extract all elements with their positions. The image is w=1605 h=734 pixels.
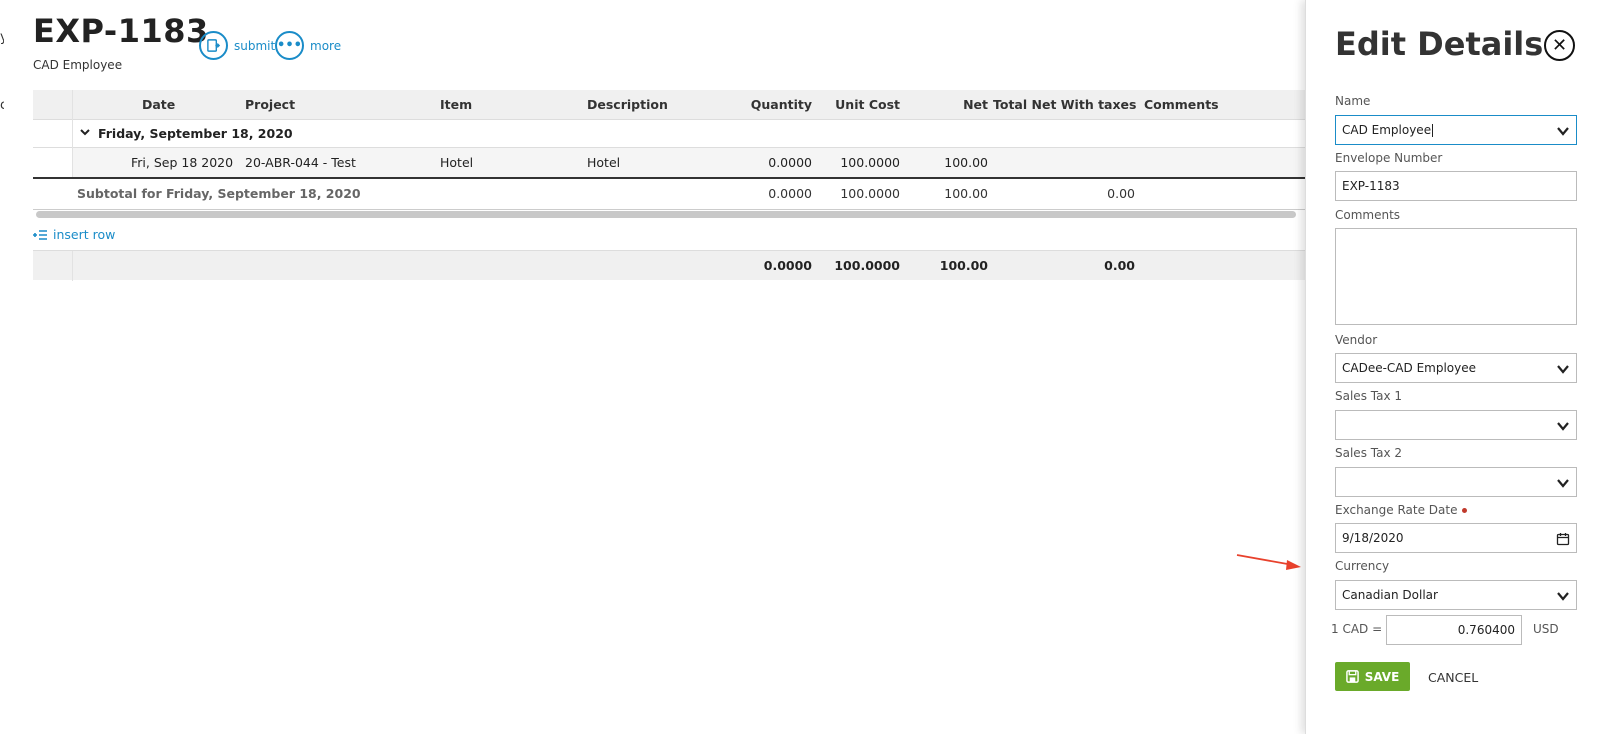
cropped-edge-text: c bbox=[0, 98, 4, 113]
name-value: CAD Employee bbox=[1342, 123, 1432, 137]
total-unit-cost: 100.0000 bbox=[834, 258, 900, 273]
close-button[interactable]: ✕ bbox=[1544, 30, 1575, 61]
annotation-arrow-icon bbox=[1236, 554, 1301, 570]
text-caret bbox=[1432, 124, 1434, 137]
exchange-rate-date-label: Exchange Rate Date bbox=[1335, 503, 1468, 517]
required-indicator bbox=[1462, 508, 1468, 513]
save-icon bbox=[1345, 670, 1359, 683]
panel-title: Edit Details bbox=[1335, 25, 1544, 63]
submit-button[interactable]: submit bbox=[199, 31, 275, 60]
comments-textarea[interactable] bbox=[1335, 228, 1577, 325]
chevron-down-icon[interactable] bbox=[1556, 362, 1570, 376]
name-select[interactable]: CAD Employee bbox=[1335, 115, 1577, 145]
name-label: Name bbox=[1335, 94, 1371, 108]
col-quantity[interactable]: Quantity bbox=[733, 97, 812, 112]
exchange-rate-input[interactable]: 0.760400 bbox=[1386, 615, 1522, 645]
chevron-down-icon[interactable] bbox=[1556, 419, 1570, 433]
cancel-button[interactable]: CANCEL bbox=[1428, 670, 1478, 685]
col-total-net-with-taxes[interactable]: Total Net With taxes bbox=[993, 97, 1136, 112]
horizontal-scrollbar[interactable] bbox=[36, 211, 1296, 218]
col-description[interactable]: Description bbox=[587, 97, 668, 112]
more-label: more bbox=[310, 38, 342, 53]
chevron-down-icon[interactable] bbox=[80, 127, 90, 137]
vendor-value: CADee-CAD Employee bbox=[1342, 361, 1476, 375]
exchange-date-value: 9/18/2020 bbox=[1342, 531, 1404, 545]
subtotal-net: 100.00 bbox=[944, 186, 988, 201]
subtotal-quantity: 0.0000 bbox=[768, 186, 812, 201]
expense-grid: Date Project Item Description Quantity U… bbox=[33, 90, 1305, 281]
group-label: Friday, September 18, 2020 bbox=[98, 126, 293, 141]
grid-gutter bbox=[33, 120, 73, 148]
page: y c EXP-1183 CAD Employee submit ••• mor… bbox=[0, 0, 1605, 734]
col-date[interactable]: Date bbox=[142, 97, 175, 112]
submit-label: submit bbox=[234, 38, 276, 53]
save-label: SAVE bbox=[1364, 669, 1400, 684]
save-button[interactable]: SAVE bbox=[1335, 662, 1410, 691]
sales-tax-2-select[interactable] bbox=[1335, 467, 1577, 497]
exchange-rate-date-input[interactable]: 9/18/2020 bbox=[1335, 523, 1577, 553]
comments-label: Comments bbox=[1335, 208, 1401, 222]
total-quantity: 0.0000 bbox=[763, 258, 812, 273]
insert-row-label: insert row bbox=[53, 227, 116, 242]
grid-gutter bbox=[33, 251, 73, 281]
total-net-with-taxes: 0.00 bbox=[1104, 258, 1135, 273]
chevron-down-icon[interactable] bbox=[1556, 124, 1570, 138]
subtotal-row: Subtotal for Friday, September 18, 2020 … bbox=[33, 179, 1305, 210]
insert-row-icon bbox=[33, 229, 47, 240]
cell-project[interactable]: 20-ABR-044 - Test bbox=[245, 155, 356, 170]
page-title: EXP-1183 bbox=[33, 12, 209, 50]
cell-net[interactable]: 100.00 bbox=[913, 155, 988, 170]
group-row[interactable]: Friday, September 18, 2020 bbox=[33, 120, 1305, 148]
insert-row-button[interactable]: insert row bbox=[33, 227, 115, 242]
subtotal-unit-cost: 100.0000 bbox=[840, 186, 900, 201]
cropped-edge-text: y bbox=[0, 30, 4, 45]
grid-header: Date Project Item Description Quantity U… bbox=[33, 90, 1305, 120]
currency-select[interactable]: Canadian Dollar bbox=[1335, 580, 1577, 610]
edit-details-panel: Edit Details ✕ Name CAD Employee Envelop… bbox=[1305, 0, 1605, 734]
grid-gutter bbox=[33, 90, 73, 120]
vendor-select[interactable]: CADee-CAD Employee bbox=[1335, 353, 1577, 383]
vendor-label: Vendor bbox=[1335, 333, 1378, 347]
col-net[interactable]: Net bbox=[913, 97, 988, 112]
cell-item[interactable]: Hotel bbox=[440, 155, 473, 170]
currency-value: Canadian Dollar bbox=[1342, 588, 1438, 602]
sales-tax-2-label: Sales Tax 2 bbox=[1335, 446, 1403, 460]
subtotal-total-net-with-taxes: 0.00 bbox=[1107, 186, 1135, 201]
envelope-value: EXP-1183 bbox=[1342, 179, 1400, 193]
col-project[interactable]: Project bbox=[245, 97, 295, 112]
close-icon: ✕ bbox=[1551, 34, 1568, 56]
cell-date[interactable]: Fri, Sep 18 2020 bbox=[131, 155, 233, 170]
calendar-icon[interactable] bbox=[1556, 532, 1570, 546]
sales-tax-1-select[interactable] bbox=[1335, 410, 1577, 440]
col-item[interactable]: Item bbox=[440, 97, 472, 112]
sales-tax-1-label: Sales Tax 1 bbox=[1335, 389, 1403, 403]
more-button[interactable]: ••• more bbox=[275, 31, 341, 60]
page-subtitle: CAD Employee bbox=[33, 58, 123, 72]
col-unit-cost[interactable]: Unit Cost bbox=[823, 97, 900, 112]
currency-label: Currency bbox=[1335, 559, 1390, 573]
col-comments[interactable]: Comments bbox=[1144, 97, 1219, 112]
submit-icon bbox=[199, 31, 228, 60]
cell-unit-cost[interactable]: 100.0000 bbox=[823, 155, 900, 170]
cell-description[interactable]: Hotel bbox=[587, 155, 620, 170]
ellipsis-icon: ••• bbox=[275, 31, 304, 60]
chevron-down-icon[interactable] bbox=[1556, 589, 1570, 603]
total-net: 100.00 bbox=[939, 258, 988, 273]
rate-prefix: 1 CAD = bbox=[1331, 622, 1383, 636]
exchange-rate-date-label-text: Exchange Rate Date bbox=[1335, 503, 1458, 517]
totals-row: 0.0000 100.0000 100.00 0.00 bbox=[33, 250, 1305, 281]
cell-quantity[interactable]: 0.0000 bbox=[733, 155, 812, 170]
rate-unit: USD bbox=[1533, 622, 1559, 636]
subtotal-label: Subtotal for Friday, September 18, 2020 bbox=[77, 186, 361, 201]
grid-gutter bbox=[33, 148, 73, 177]
table-row[interactable]: Fri, Sep 18 2020 20-ABR-044 - Test Hotel… bbox=[33, 148, 1305, 179]
chevron-down-icon[interactable] bbox=[1556, 476, 1570, 490]
envelope-number-input[interactable]: EXP-1183 bbox=[1335, 171, 1577, 201]
envelope-label: Envelope Number bbox=[1335, 151, 1443, 165]
